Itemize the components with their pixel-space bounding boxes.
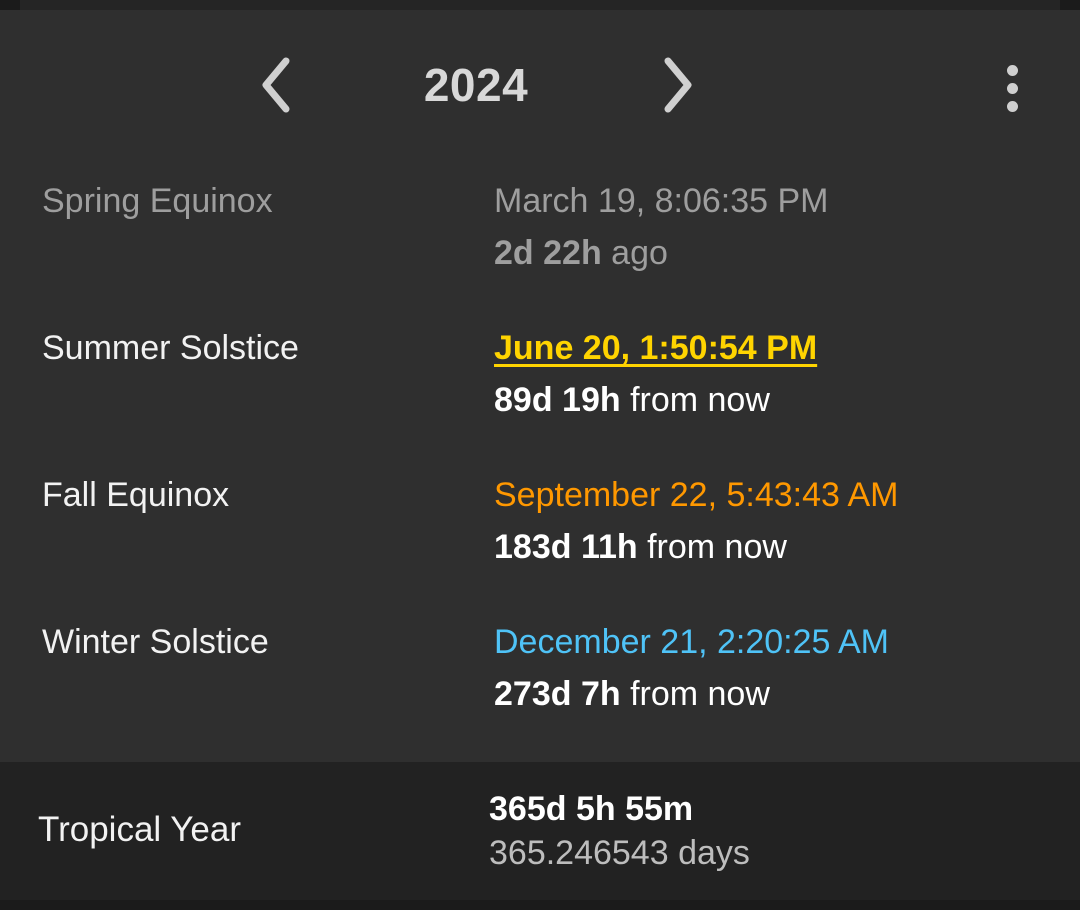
next-year-button[interactable] — [654, 50, 702, 120]
top-edge — [0, 0, 1080, 10]
event-label: Fall Equinox — [42, 476, 230, 514]
event-date: September 22, 5:43:43 AM — [494, 476, 899, 514]
tropical-year-footer: Tropical Year 365d 5h 55m 365.246543 day… — [0, 762, 1080, 900]
event-relative: 2d 22h ago — [494, 234, 668, 272]
event-row-summer-solstice[interactable]: Summer Solstice June 20, 1:50:54 PM 89d … — [0, 311, 1080, 451]
event-date: December 21, 2:20:25 AM — [494, 623, 890, 661]
bottom-edge — [0, 900, 1080, 910]
app-screen: 2024 Spring Equinox March 19, 8:06:35 PM… — [0, 0, 1080, 910]
year-header: 2024 — [0, 10, 1080, 140]
event-relative: 183d 11h from now — [494, 528, 787, 566]
event-relative: 89d 19h from now — [494, 381, 770, 419]
tropical-year-label: Tropical Year — [38, 810, 241, 849]
previous-year-button[interactable] — [252, 50, 300, 120]
event-date: March 19, 8:06:35 PM — [494, 182, 829, 220]
event-label: Winter Solstice — [42, 623, 269, 661]
event-relative: 273d 7h from now — [494, 675, 770, 713]
event-row-fall-equinox[interactable]: Fall Equinox September 22, 5:43:43 AM 18… — [0, 458, 1080, 598]
more-vertical-icon — [1006, 64, 1018, 76]
event-row-spring-equinox[interactable]: Spring Equinox March 19, 8:06:35 PM 2d 2… — [0, 164, 1080, 304]
event-label: Spring Equinox — [42, 182, 273, 220]
year-title: 2024 — [423, 59, 529, 111]
event-label: Summer Solstice — [42, 329, 299, 367]
tropical-year-days: 365.246543 days — [489, 834, 750, 872]
chevron-right-icon — [664, 57, 692, 113]
overflow-menu-button[interactable] — [990, 58, 1034, 118]
event-date[interactable]: June 20, 1:50:54 PM — [494, 329, 817, 368]
chevron-left-icon — [262, 57, 290, 113]
tropical-year-duration: 365d 5h 55m — [489, 790, 694, 828]
event-row-winter-solstice[interactable]: Winter Solstice December 21, 2:20:25 AM … — [0, 605, 1080, 745]
